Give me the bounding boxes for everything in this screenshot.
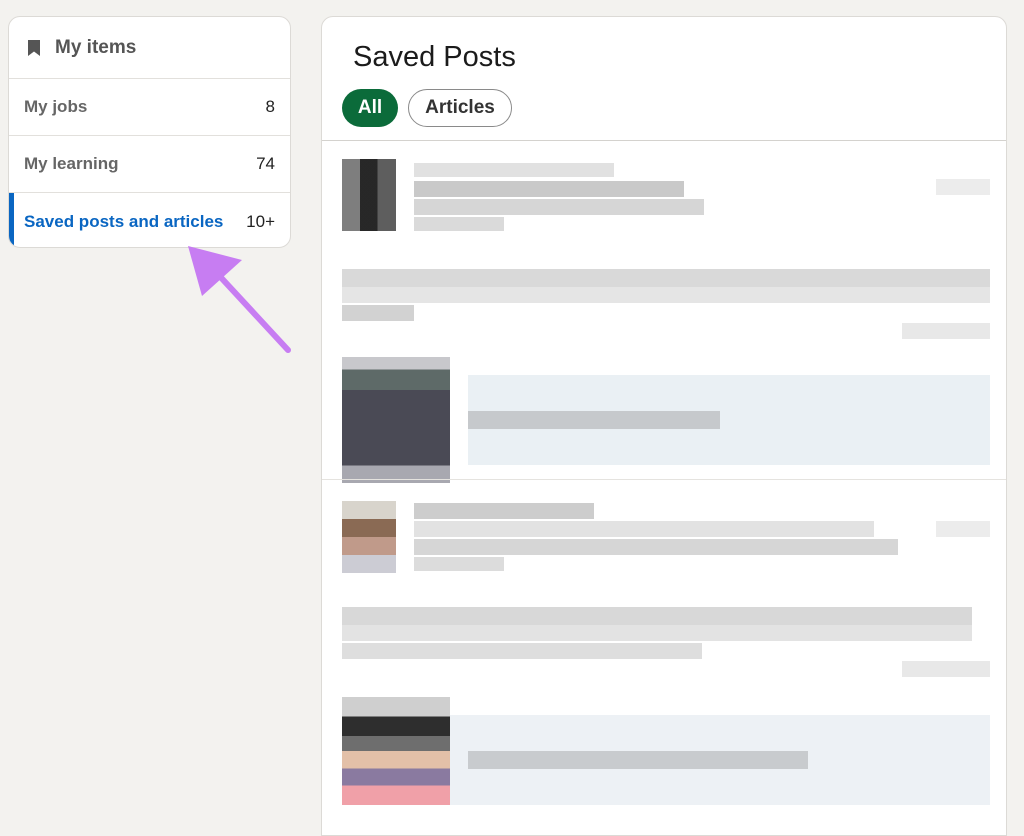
post-meta-blur (414, 539, 898, 555)
post-meta-blur (414, 557, 504, 571)
post-meta-blur (414, 521, 874, 537)
my-items-title: My items (55, 36, 137, 58)
sidebar-item-count: 8 (265, 97, 275, 116)
post-menu-blur (936, 179, 990, 195)
filter-all-button[interactable]: All (342, 89, 398, 127)
annotation-arrow-icon (188, 246, 291, 353)
post-thumbnail (342, 697, 450, 805)
post-time-blur (902, 661, 990, 677)
post-text-blur (342, 625, 972, 641)
saved-posts-panel: Saved Posts All Articles (321, 16, 1007, 836)
post-text-blur (342, 607, 972, 625)
saved-post-item[interactable] (342, 487, 990, 827)
post-preview-title-blur (468, 751, 808, 769)
my-items-sidebar: My items My jobs 8 My learning 74 Saved … (8, 16, 291, 248)
post-text-blur (342, 269, 990, 287)
post-text-blur (342, 287, 990, 303)
post-author-blur (414, 163, 614, 177)
sidebar-item-count: 74 (256, 154, 275, 173)
post-thumbnail (342, 357, 450, 483)
my-items-header[interactable]: My items (9, 17, 290, 79)
post-avatar (342, 501, 396, 573)
post-preview-title-blur (468, 411, 720, 429)
header-divider (322, 140, 1006, 141)
sidebar-item-label: My learning (24, 154, 119, 173)
filter-pills: All Articles (342, 89, 512, 127)
post-meta-blur (414, 181, 684, 197)
filter-articles-button[interactable]: Articles (408, 89, 512, 127)
bookmark-icon (27, 39, 41, 57)
sidebar-item-my-learning[interactable]: My learning 74 (9, 136, 290, 193)
sidebar-item-label: My jobs (24, 97, 88, 116)
sidebar-item-my-jobs[interactable]: My jobs 8 (9, 79, 290, 136)
post-menu-blur (936, 521, 990, 537)
post-avatar (342, 159, 396, 231)
post-meta-blur (414, 217, 504, 231)
post-time-blur (902, 323, 990, 339)
post-meta-blur (414, 199, 704, 215)
post-text-blur (342, 643, 702, 659)
post-text-blur (342, 305, 414, 321)
sidebar-item-count: 10+ (246, 211, 275, 231)
saved-post-item[interactable] (342, 159, 990, 483)
post-author-blur (414, 503, 594, 519)
post-separator (322, 479, 1006, 480)
page-title: Saved Posts (353, 41, 516, 73)
sidebar-item-label: Saved posts and articles (24, 211, 224, 231)
